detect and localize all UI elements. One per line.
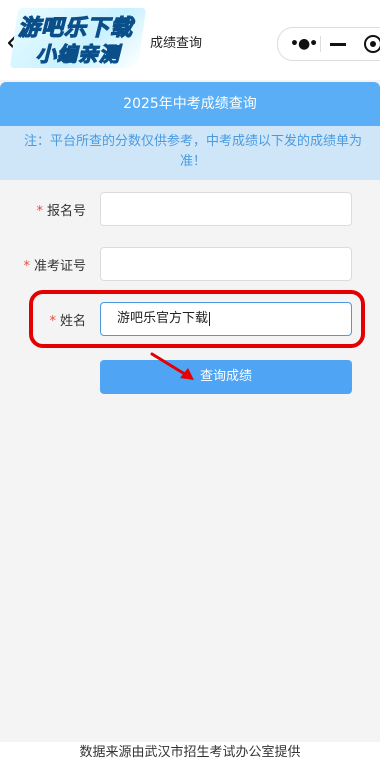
admission-ticket-input[interactable]	[100, 247, 352, 281]
watermark-logo: 游吧乐下载 小编亲测	[9, 8, 147, 70]
query-banner: 2025年中考成绩查询	[0, 82, 380, 126]
logo-line-2: 小编亲测	[35, 41, 120, 66]
query-score-button[interactable]: 查询成绩	[100, 360, 352, 394]
miniprogram-capsule: •●•	[277, 27, 380, 61]
admission-label: * 准考证号	[23, 259, 86, 274]
top-navigation-bar: 游吧乐下载 小编亲测 成绩查询 •●•	[0, 0, 380, 80]
close-target-icon[interactable]	[364, 35, 380, 53]
more-dots-icon[interactable]: •●•	[290, 36, 318, 52]
name-input[interactable]: 游吧乐官方下载	[100, 302, 352, 336]
notice-text: 注：平台所查的分数仅供参考，中考成绩以下发的成绩单为准！	[0, 126, 380, 180]
page-title: 成绩查询	[150, 36, 203, 51]
capsule-divider	[320, 36, 321, 52]
form-row-registration: * 报名号	[0, 190, 380, 230]
data-source-footer: 数据来源由武汉市招生考试办公室提供	[0, 742, 380, 777]
registration-label: * 报名号	[36, 204, 86, 219]
form-row-name: * 姓名 游吧乐官方下载	[0, 300, 380, 340]
text-caret	[209, 311, 211, 326]
minimize-icon[interactable]	[330, 43, 346, 46]
red-arrow-annotation	[150, 352, 194, 380]
registration-number-input[interactable]	[100, 192, 352, 226]
name-label: * 姓名	[49, 314, 86, 329]
form-row-admission: * 准考证号	[0, 245, 380, 285]
name-input-value: 游吧乐官方下载	[117, 311, 209, 326]
